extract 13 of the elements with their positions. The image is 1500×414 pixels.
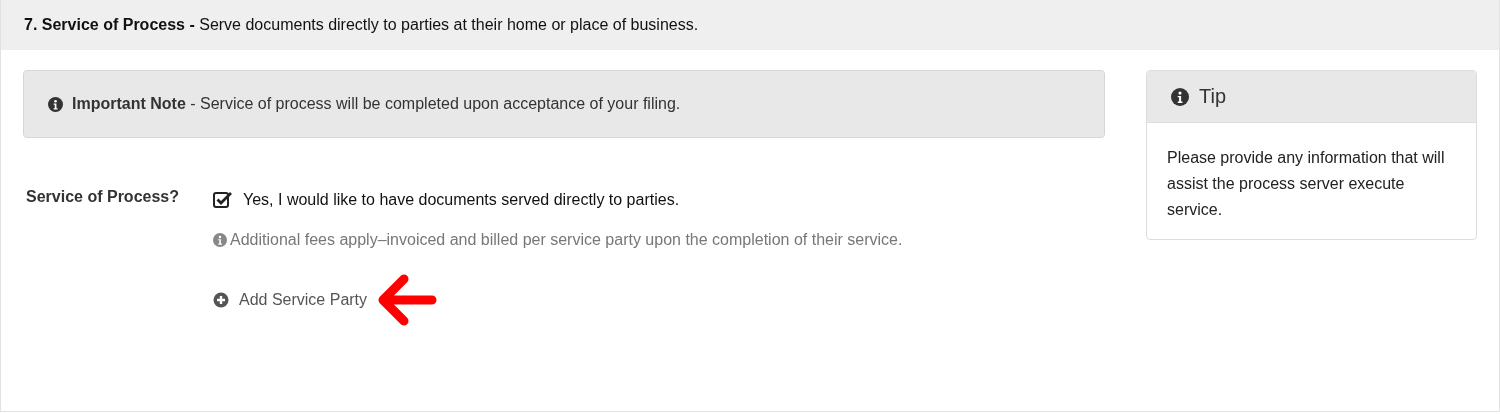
tip-title: Tip: [1199, 85, 1227, 108]
tip-text: Please provide any information that will assist the process server execute service.: [1166, 148, 1446, 220]
note-text: Important Note - Service of process will be completed upon acceptance of your filing.: [72, 95, 681, 113]
checkbox-label: Yes, I would like to have documents served directly to parties.: [243, 191, 680, 209]
checked-checkbox-icon[interactable]: [213, 191, 233, 209]
add-service-party-link[interactable]: Add Service Party: [213, 291, 368, 309]
info-icon: [1171, 87, 1189, 106]
section-title: 7. Service of Process - Serve documents directly to parties at their home or place of business.: [24, 16, 699, 34]
info-icon: [213, 233, 227, 247]
plus-circle-icon: [213, 292, 229, 308]
info-icon: [48, 96, 63, 112]
field-label: Service of Process?: [25, 187, 179, 207]
help-text: Additional fees apply–invoiced and billed per service party upon the completion of their service.: [230, 231, 903, 249]
